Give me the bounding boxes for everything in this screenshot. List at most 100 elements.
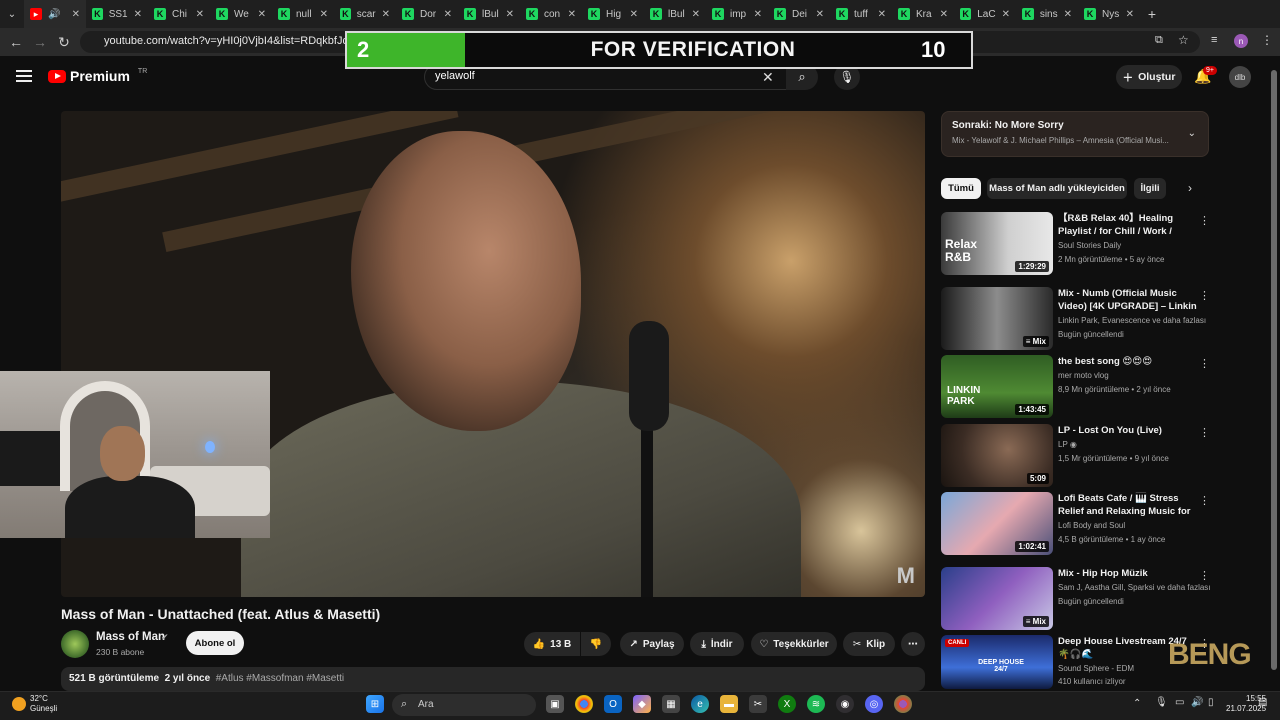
- close-tab-icon[interactable]: ✕: [258, 9, 266, 20]
- list-item[interactable]: ≡ Mix Mix - Hip Hop Müzik Sam J, Aastha …: [941, 567, 1213, 631]
- chrome-profile-icon[interactable]: [894, 695, 912, 713]
- close-tab-icon[interactable]: ✕: [816, 9, 824, 20]
- dislike-button[interactable]: 👎: [581, 632, 611, 656]
- browser-tab-0[interactable]: ▸ 🔊 ✕: [24, 0, 86, 28]
- browser-tab-17[interactable]: K Nys ✕: [1078, 0, 1140, 28]
- task-view-icon[interactable]: ▣: [546, 695, 564, 713]
- chevron-down-icon[interactable]: ⌄: [1188, 128, 1196, 139]
- more-actions-button[interactable]: ⋯: [901, 632, 925, 656]
- browser-tab-7[interactable]: KlBul ✕: [458, 0, 520, 28]
- video-thumbnail[interactable]: DEEP HOUSE 24/7 CANLI: [941, 635, 1053, 689]
- video-thumbnail[interactable]: ≡ Mix: [941, 567, 1053, 630]
- browser-tab-10[interactable]: KlBul ✕: [644, 0, 706, 28]
- browser-tab-9[interactable]: K Hig ✕: [582, 0, 644, 28]
- obs-icon[interactable]: ◉: [836, 695, 854, 713]
- video-thumbnail[interactable]: LINKIN PARK 1:43:45: [941, 355, 1053, 418]
- browser-tab-15[interactable]: K LaC ✕: [954, 0, 1016, 28]
- browser-tab-12[interactable]: K Dei ✕: [768, 0, 830, 28]
- more-options-icon[interactable]: ⋮: [1199, 214, 1210, 227]
- browser-tab-4[interactable]: Knull ✕: [272, 0, 334, 28]
- install-icon[interactable]: ⧉: [1155, 34, 1163, 47]
- spotify-icon[interactable]: ≋: [807, 695, 825, 713]
- close-tab-icon[interactable]: ✕: [444, 9, 452, 20]
- bookmark-star-icon[interactable]: ☆: [1178, 33, 1189, 47]
- close-tab-icon[interactable]: ✕: [382, 9, 390, 20]
- close-tab-icon[interactable]: ✕: [692, 9, 700, 20]
- browser-tab-14[interactable]: K Kra ✕: [892, 0, 954, 28]
- close-tab-icon[interactable]: ✕: [878, 9, 886, 20]
- browser-tab-16[interactable]: Ksins ✕: [1016, 0, 1078, 28]
- more-options-icon[interactable]: ⋮: [1199, 357, 1210, 370]
- tab-list-button[interactable]: ⌄: [0, 2, 24, 26]
- weather-widget[interactable]: 32°C Güneşli: [12, 694, 57, 714]
- store-icon[interactable]: ▦: [662, 695, 680, 713]
- copilot-icon[interactable]: ◆: [633, 695, 651, 713]
- browser-tab-11[interactable]: Kimp ✕: [706, 0, 768, 28]
- close-tab-icon[interactable]: ✕: [754, 9, 762, 20]
- volume-icon[interactable]: 🔊: [1191, 697, 1203, 708]
- channel-avatar[interactable]: [61, 630, 89, 658]
- tray-mic-icon[interactable]: 🎙: [1155, 697, 1168, 708]
- autoplay-next-panel[interactable]: Sonraki: No More Sorry Mix - Yelawolf & …: [941, 111, 1209, 157]
- close-tab-icon[interactable]: ✕: [940, 9, 948, 20]
- account-avatar[interactable]: dlb: [1229, 66, 1251, 88]
- chip-uploader[interactable]: Mass of Man adlı yükleyiciden: [987, 178, 1127, 199]
- browser-tab-6[interactable]: K Dor ✕: [396, 0, 458, 28]
- chip-related[interactable]: İlgili: [1134, 178, 1166, 199]
- page-scrollbar[interactable]: [1271, 70, 1277, 686]
- start-windows-icon[interactable]: ⊞: [366, 695, 384, 713]
- thanks-button[interactable]: ♡ Teşekkürler: [751, 632, 837, 656]
- forward-icon[interactable]: →: [28, 30, 52, 54]
- clip-button[interactable]: ✂ Klip: [843, 632, 895, 656]
- snipping-tool-icon[interactable]: ✂: [749, 695, 767, 713]
- close-tab-icon[interactable]: ✕: [568, 9, 576, 20]
- video-thumbnail[interactable]: 1:02:41: [941, 492, 1053, 555]
- more-options-icon[interactable]: ⋮: [1199, 289, 1210, 302]
- close-tab-icon[interactable]: ✕: [320, 9, 328, 20]
- chrome-icon[interactable]: [575, 695, 593, 713]
- chevron-right-icon[interactable]: ›: [1188, 181, 1192, 195]
- browser-tab-3[interactable]: K We ✕: [210, 0, 272, 28]
- list-item[interactable]: 1:02:41 Lofi Beats Cafe / 🎹 Stress Relie…: [941, 492, 1213, 556]
- close-tab-icon[interactable]: ✕: [1126, 9, 1134, 20]
- clear-search-icon[interactable]: ✕: [762, 69, 774, 86]
- outlook-icon[interactable]: O: [604, 695, 622, 713]
- channel-name[interactable]: Mass of Man: [96, 631, 165, 643]
- close-tab-icon[interactable]: ✕: [1002, 9, 1010, 20]
- new-tab-button[interactable]: +: [1140, 2, 1164, 26]
- notification-center-icon[interactable]: ▤: [1258, 697, 1267, 708]
- hamburger-menu-icon[interactable]: [16, 70, 32, 82]
- subscribe-button[interactable]: Abone ol: [186, 631, 244, 655]
- media-control-icon[interactable]: ≡: [1211, 34, 1217, 46]
- browser-tab-13[interactable]: Ktuff ✕: [830, 0, 892, 28]
- network-icon[interactable]: ▭: [1175, 697, 1184, 708]
- video-thumbnail[interactable]: Relax R&B 1:29:29: [941, 212, 1053, 275]
- back-icon[interactable]: ←: [4, 30, 28, 54]
- battery-icon[interactable]: ▯: [1208, 697, 1214, 708]
- profile-icon[interactable]: n: [1234, 34, 1248, 48]
- like-button[interactable]: 👍 13 B: [524, 632, 580, 656]
- more-options-icon[interactable]: ⋮: [1199, 494, 1210, 507]
- close-tab-icon[interactable]: ✕: [1064, 9, 1072, 20]
- share-button[interactable]: ↗ Paylaş: [620, 632, 684, 656]
- browser-tab-5[interactable]: Kscar ✕: [334, 0, 396, 28]
- close-tab-icon[interactable]: ✕: [134, 9, 142, 20]
- more-options-icon[interactable]: ⋮: [1199, 569, 1210, 582]
- file-explorer-icon[interactable]: ▬: [720, 695, 738, 713]
- discord-icon[interactable]: ◎: [865, 695, 883, 713]
- close-tab-icon[interactable]: ✕: [72, 9, 80, 20]
- youtube-logo[interactable]: Premium TR: [48, 68, 147, 84]
- list-item[interactable]: Relax R&B 1:29:29 【R&B Relax 40】Healing …: [941, 212, 1213, 276]
- close-tab-icon[interactable]: ✕: [630, 9, 638, 20]
- list-item[interactable]: 5:09 LP - Lost On You (Live) LP ◉ 1,5 Mr…: [941, 424, 1213, 488]
- chip-all[interactable]: Tümü: [941, 178, 981, 199]
- download-button[interactable]: ⤓ İndir: [690, 632, 744, 656]
- browser-tab-2[interactable]: K Chi ✕: [148, 0, 210, 28]
- create-button[interactable]: ＋ Oluştur: [1116, 65, 1182, 89]
- video-thumbnail[interactable]: 5:09: [941, 424, 1053, 487]
- close-tab-icon[interactable]: ✕: [196, 9, 204, 20]
- browser-tab-8[interactable]: Kcon ✕: [520, 0, 582, 28]
- more-options-icon[interactable]: ⋮: [1199, 426, 1210, 439]
- edge-icon[interactable]: e: [691, 695, 709, 713]
- video-thumbnail[interactable]: ≡ Mix: [941, 287, 1053, 350]
